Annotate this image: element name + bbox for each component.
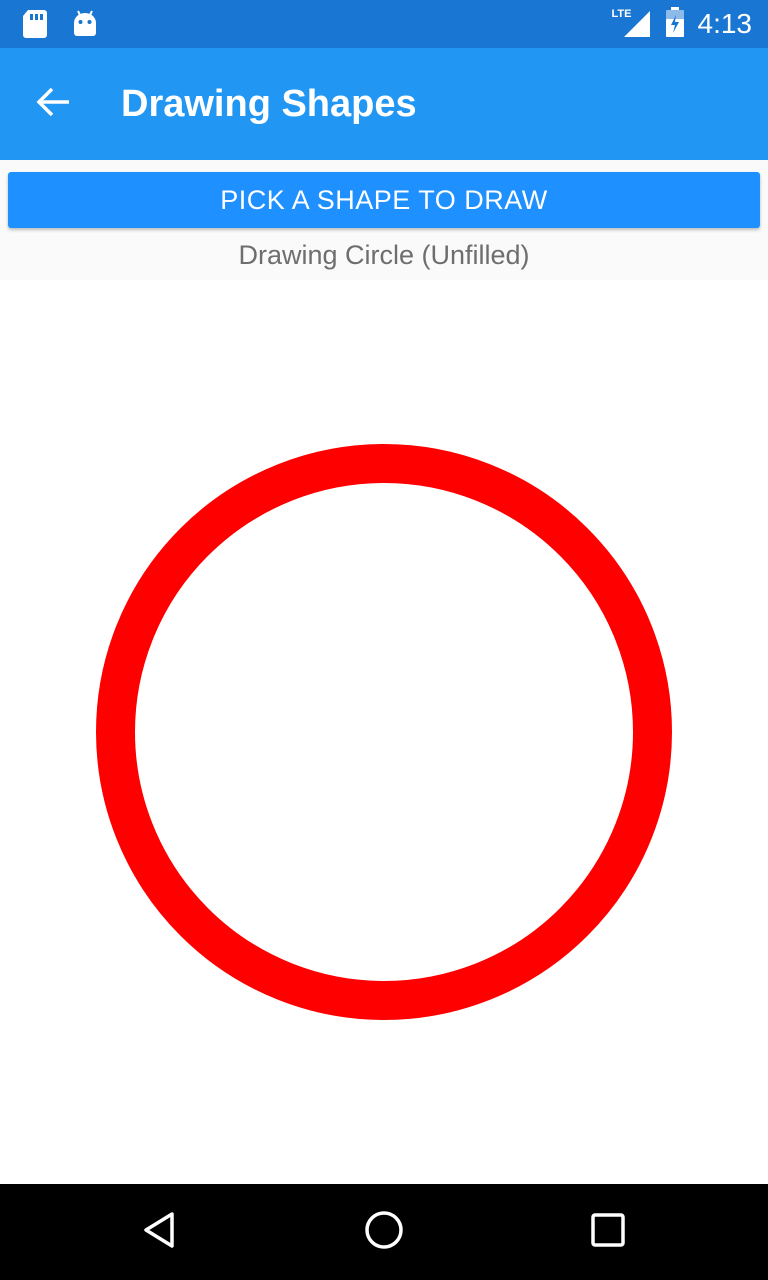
lte-signal-icon: LTE (612, 8, 652, 39)
nav-back-button[interactable] (128, 1200, 192, 1264)
recents-square-icon (589, 1211, 627, 1254)
drawing-status-label: Drawing Circle (Unfilled) (238, 240, 530, 270)
network-label: LTE (611, 8, 632, 20)
app-bar: Drawing Shapes (0, 48, 768, 160)
back-triangle-icon (140, 1210, 180, 1255)
notification-icons (22, 9, 98, 44)
drawing-surface (96, 444, 672, 1020)
home-circle-icon (363, 1209, 405, 1256)
sd-card-icon (22, 9, 48, 44)
controls-panel: PICK A SHAPE TO DRAW Drawing Circle (Unf… (0, 160, 768, 280)
pick-shape-button[interactable]: PICK A SHAPE TO DRAW (8, 172, 760, 228)
nav-recents-button[interactable] (576, 1200, 640, 1264)
status-bar: LTE 4:13 (0, 0, 768, 48)
system-icons: LTE 4:13 (612, 0, 753, 48)
nav-home-button[interactable] (352, 1200, 416, 1264)
battery-icon (664, 6, 686, 43)
arrow-back-icon (36, 84, 72, 125)
drawing-canvas[interactable] (0, 280, 768, 1184)
back-button[interactable] (26, 76, 82, 132)
clock: 4:13 (697, 8, 753, 39)
navigation-bar (0, 1184, 768, 1280)
page-title: Drawing Shapes (121, 83, 417, 125)
drawn-circle (96, 444, 672, 1020)
android-icon (72, 9, 98, 44)
